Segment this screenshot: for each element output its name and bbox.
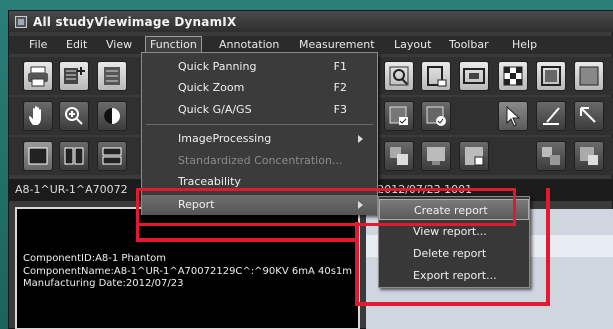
pan-button[interactable] bbox=[23, 101, 53, 131]
submenu-arrow-icon bbox=[358, 135, 363, 143]
menu-item-standardized-concentration: Standardized Concentration... bbox=[142, 151, 377, 171]
window-title: All studyViewimage DynamIX bbox=[33, 14, 237, 29]
menu-annotation[interactable]: Annotation bbox=[219, 38, 279, 51]
cursor-icon bbox=[506, 105, 521, 127]
highlight-outline-report-row bbox=[136, 188, 516, 226]
highlight-outline-submenu-bottom bbox=[355, 302, 550, 306]
annotate-check-button[interactable] bbox=[384, 101, 414, 131]
checker-button[interactable] bbox=[498, 61, 528, 91]
quick-ga-gs-label: Quick G/A/GS bbox=[178, 103, 252, 116]
menu-measurement[interactable]: Measurement bbox=[299, 38, 375, 51]
series-icon bbox=[104, 67, 120, 85]
frame-button[interactable] bbox=[536, 61, 566, 91]
menu-file[interactable]: File bbox=[29, 38, 47, 51]
standardized-concentration-label: Standardized Concentration... bbox=[178, 154, 343, 167]
pointer-button[interactable] bbox=[498, 101, 528, 131]
quick-zoom-label: Quick Zoom bbox=[178, 81, 245, 94]
more-button[interactable] bbox=[574, 61, 604, 91]
menu-layout[interactable]: Layout bbox=[394, 38, 431, 51]
compare-button[interactable] bbox=[384, 141, 414, 171]
menu-edit[interactable]: Edit bbox=[66, 38, 87, 51]
highlight-outline-submenu-right bbox=[546, 188, 550, 306]
layout-1x1-button[interactable] bbox=[23, 141, 53, 171]
contrast-icon bbox=[104, 108, 120, 124]
line-tool-icon bbox=[543, 107, 560, 125]
layout-1x2-button[interactable] bbox=[59, 141, 89, 171]
menu-toolbar[interactable]: Toolbar bbox=[449, 38, 489, 51]
image-processing-label: ImageProcessing bbox=[178, 132, 272, 145]
print-button[interactable] bbox=[23, 61, 53, 91]
highlight-outline-bottom-left bbox=[136, 238, 358, 242]
export-image-icon bbox=[580, 147, 598, 165]
image-check-icon bbox=[426, 106, 446, 126]
printer-icon bbox=[28, 66, 48, 87]
quick-panning-label: Quick Panning bbox=[178, 60, 257, 73]
fit-image-icon bbox=[427, 66, 447, 87]
manufacturing-date-line: Manufacturing Date:2012/07/23 bbox=[23, 278, 184, 289]
layout-single-icon bbox=[28, 147, 48, 165]
zoom-icon bbox=[65, 107, 83, 125]
title-bar: All studyViewimage DynamIX bbox=[9, 11, 613, 32]
arrow-icon bbox=[580, 107, 596, 123]
contrast-button[interactable] bbox=[97, 101, 127, 131]
component-name-line: ComponentName:A8-1^UR-1^A70072129C^:^90K… bbox=[23, 265, 353, 277]
layout-columns-icon bbox=[64, 147, 84, 165]
image-info-overlay: ComponentID:A8-1 Phantom ComponentName:A… bbox=[23, 253, 352, 291]
component-id-line: ComponentID:A8-1 Phantom bbox=[23, 253, 167, 264]
quick-zoom-shortcut: F2 bbox=[333, 81, 347, 94]
traceability-label: Traceability bbox=[178, 175, 241, 188]
compare-icon bbox=[390, 147, 408, 165]
hand-icon bbox=[29, 106, 41, 125]
quick-panning-shortcut: F1 bbox=[333, 60, 347, 73]
magnifier-icon bbox=[389, 66, 409, 86]
quick-ga-gs-shortcut: F3 bbox=[333, 103, 347, 116]
image-check-button[interactable] bbox=[421, 101, 451, 131]
tile-icon bbox=[427, 147, 445, 165]
menu-item-export-report[interactable]: Export report... bbox=[379, 265, 529, 286]
actual-size-icon bbox=[463, 68, 485, 84]
sync-icon bbox=[542, 147, 560, 165]
status-left-text: A8-1^UR-1^A70072 bbox=[15, 183, 128, 196]
arrow-tool-button[interactable] bbox=[574, 101, 604, 131]
menu-item-delete-report[interactable]: Delete report bbox=[379, 243, 529, 264]
menu-item-image-processing[interactable]: ImageProcessing bbox=[142, 129, 377, 149]
fit-image-button[interactable] bbox=[421, 61, 451, 91]
checkerboard-icon bbox=[503, 66, 523, 86]
menu-item-quick-ga-gs[interactable]: Quick G/A/GS F3 bbox=[142, 100, 377, 120]
layout-2x1-button[interactable] bbox=[97, 141, 127, 171]
layout-rows-icon bbox=[102, 147, 122, 165]
sync-button[interactable] bbox=[536, 141, 566, 171]
highlight-outline-submenu-left bbox=[355, 222, 359, 306]
tile-button[interactable] bbox=[421, 141, 451, 171]
check-image-icon bbox=[389, 106, 408, 125]
reference-button[interactable] bbox=[459, 141, 489, 171]
export-image-button[interactable] bbox=[574, 141, 604, 171]
reference-icon bbox=[465, 147, 484, 166]
panel-icon bbox=[579, 66, 599, 86]
menu-view[interactable]: View bbox=[106, 38, 132, 51]
series-button[interactable] bbox=[97, 61, 127, 91]
add-series-button[interactable] bbox=[59, 61, 89, 91]
actual-size-button[interactable] bbox=[459, 61, 489, 91]
highlight-outline-left-drop bbox=[136, 188, 139, 242]
menu-item-quick-panning[interactable]: Quick Panning F1 bbox=[142, 57, 377, 77]
app-icon bbox=[15, 15, 27, 28]
line-tool-button[interactable] bbox=[536, 101, 566, 131]
frame-icon bbox=[541, 66, 561, 86]
add-grid-icon bbox=[64, 67, 85, 84]
zoom-button[interactable] bbox=[59, 101, 89, 131]
magnifier-button[interactable] bbox=[384, 61, 414, 91]
menu-separator bbox=[146, 124, 373, 125]
menu-item-quick-zoom[interactable]: Quick Zoom F2 bbox=[142, 78, 377, 98]
menu-help[interactable]: Help bbox=[512, 38, 537, 51]
menu-function[interactable]: Function bbox=[145, 36, 202, 53]
